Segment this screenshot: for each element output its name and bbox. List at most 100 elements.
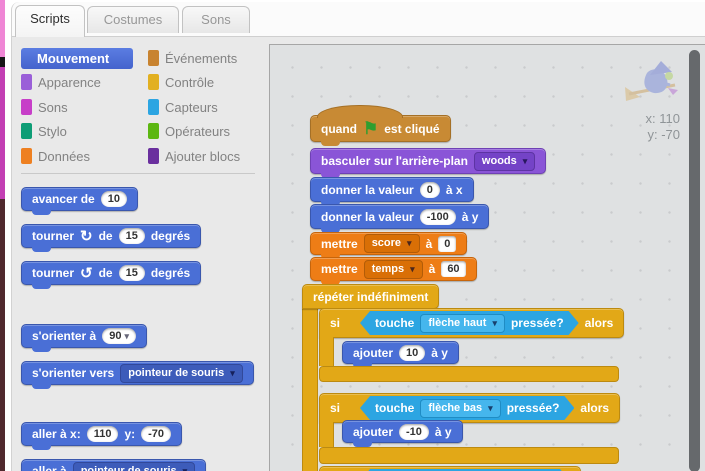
- value-input[interactable]: 0: [438, 236, 456, 252]
- palette-block-orienter-a[interactable]: s'orienter à 90▾: [21, 324, 147, 348]
- script-block-mettre-score[interactable]: mettre score▾ à 0: [310, 232, 467, 255]
- rotate-counterclockwise-icon: ↺: [80, 266, 93, 281]
- block-text: degrés: [151, 266, 190, 280]
- block-text: aller à: [32, 464, 67, 471]
- value-input[interactable]: -100: [420, 209, 456, 225]
- block-text: s'orienter à: [32, 329, 96, 343]
- target-dropdown[interactable]: pointeur de souris▾: [73, 462, 196, 471]
- chevron-down-icon: ▾: [183, 465, 188, 471]
- if-block-foot[interactable]: [319, 447, 619, 464]
- scripts-scrollbar[interactable]: [689, 50, 700, 471]
- category-item-evenements[interactable]: Événements: [148, 49, 268, 68]
- block-text: s'orienter vers: [32, 366, 114, 380]
- block-text: touche: [375, 316, 414, 330]
- dropdown-value: temps: [372, 263, 404, 276]
- stage-sliver-maroon: [0, 199, 5, 471]
- block-text: ajouter: [353, 346, 393, 360]
- script-block-ajouter-10-y[interactable]: ajouter 10 à y: [342, 341, 459, 364]
- category-label: Stylo: [38, 122, 67, 141]
- tab-costumes[interactable]: Costumes: [87, 6, 179, 33]
- category-label: Ajouter blocs: [165, 147, 240, 166]
- category-item-controle[interactable]: Contrôle: [148, 73, 268, 92]
- value-input[interactable]: 15: [119, 265, 145, 281]
- value-input[interactable]: 15: [119, 228, 145, 244]
- block-text: de: [99, 229, 113, 243]
- block-nub: [32, 346, 51, 352]
- block-text: à y: [462, 210, 479, 224]
- palette-block-aller-vers[interactable]: aller à pointeur de souris▾: [21, 459, 206, 471]
- block-text: est cliqué: [384, 122, 439, 136]
- script-block-si-fleche-bas[interactable]: si touche flèche bas▾ pressée? alors: [319, 393, 620, 423]
- block-text: si: [330, 316, 340, 330]
- if-block-arm[interactable]: [319, 337, 334, 366]
- palette-block-avancer[interactable]: avancer de 10: [21, 187, 138, 211]
- category-label: Événements: [165, 49, 237, 68]
- backdrop-dropdown[interactable]: woods▾: [474, 152, 535, 171]
- category-item-stylo[interactable]: Stylo: [21, 122, 141, 141]
- category-item-ajouter-blocs[interactable]: Ajouter blocs: [148, 147, 268, 166]
- script-block-donner-valeur-y[interactable]: donner la valeur -100 à y: [310, 204, 489, 229]
- block-text: y:: [124, 427, 135, 441]
- palette-divider: [21, 173, 255, 174]
- palette-block-tourner-gauche[interactable]: tourner ↺ de 15 degrés: [21, 261, 201, 285]
- value-input[interactable]: 10: [399, 345, 425, 361]
- variable-dropdown[interactable]: score▾: [364, 234, 420, 253]
- category-label: Capteurs: [165, 98, 218, 117]
- category-item-operateurs[interactable]: Opérateurs: [148, 122, 268, 141]
- script-block-mettre-temps[interactable]: mettre temps▾ à 60: [310, 257, 477, 281]
- tab-scripts[interactable]: Scripts: [15, 5, 85, 37]
- sprite-y-readout: y: -70: [646, 127, 680, 143]
- key-dropdown[interactable]: flèche haut▾: [420, 314, 505, 333]
- value-input[interactable]: 0: [420, 182, 440, 198]
- palette-block-orienter-vers[interactable]: s'orienter vers pointeur de souris▾: [21, 361, 254, 385]
- category-swatch: [21, 123, 32, 139]
- script-block-si-fleche-haut[interactable]: si touche flèche haut▾ pressée? alors: [319, 308, 624, 338]
- block-text: à y: [431, 346, 448, 360]
- block-text: donner la valeur: [321, 210, 414, 224]
- script-block-ajouter-moins10-y[interactable]: ajouter -10 à y: [342, 420, 463, 443]
- dropdown-value: flèche bas: [428, 402, 482, 415]
- block-nub: [321, 140, 340, 146]
- script-block-quand-drapeau-clique[interactable]: quand ⚑ est cliqué: [310, 115, 451, 142]
- value-input[interactable]: 60: [441, 261, 465, 277]
- category-item-capteurs[interactable]: Capteurs: [148, 98, 268, 117]
- category-item-donnees[interactable]: Données: [21, 147, 141, 166]
- palette-block-aller-xy[interactable]: aller à x: 110 y: -70: [21, 422, 182, 446]
- script-block-repeter-indefiniment[interactable]: répéter indéfiniment: [302, 284, 439, 309]
- block-text: à x: [446, 183, 463, 197]
- category-swatch: [148, 99, 159, 115]
- key-dropdown[interactable]: flèche bas▾: [420, 399, 500, 418]
- dropdown-value: pointeur de souris: [128, 367, 224, 380]
- chevron-down-icon: ▾: [523, 155, 528, 168]
- category-item-mouvement[interactable]: Mouvement: [21, 48, 133, 69]
- variable-dropdown[interactable]: temps▾: [364, 260, 423, 279]
- green-flag-icon: ⚑: [363, 120, 378, 137]
- predicate-touche-pressee[interactable]: touche flèche haut▾ pressée?: [360, 311, 579, 335]
- value-input[interactable]: -10: [399, 424, 429, 440]
- category-item-apparence[interactable]: Apparence: [21, 73, 141, 92]
- block-text: à: [426, 237, 433, 251]
- block-text: alors: [580, 401, 609, 415]
- category-label: Apparence: [38, 73, 101, 92]
- script-block-basculer-arriere-plan[interactable]: basculer sur l'arrière-plan woods▾: [310, 148, 546, 174]
- category-label: Données: [38, 147, 90, 166]
- value-input[interactable]: 110: [87, 426, 119, 442]
- target-dropdown[interactable]: pointeur de souris▾: [120, 364, 243, 383]
- script-block-si-partiel[interactable]: si: [319, 466, 581, 471]
- category-item-sons[interactable]: Sons: [21, 98, 141, 117]
- value-input[interactable]: -70: [141, 426, 171, 442]
- scripts-canvas[interactable]: x: 110 y: -70 quand ⚑ est cliqué bascule…: [269, 44, 705, 471]
- if-block-foot[interactable]: [319, 366, 619, 382]
- if-block-arm[interactable]: [319, 422, 334, 447]
- predicate-touche-pressee[interactable]: touche flèche bas▾ pressée?: [360, 396, 574, 420]
- palette-block-tourner-droite[interactable]: tourner ↻ de 15 degrés: [21, 224, 201, 248]
- tab-sons[interactable]: Sons: [182, 6, 250, 33]
- block-text: mettre: [321, 237, 358, 251]
- script-block-donner-valeur-x[interactable]: donner la valeur 0 à x: [310, 177, 474, 202]
- direction-dropdown[interactable]: 90▾: [102, 328, 136, 344]
- stage-sliver-magenta: [0, 67, 5, 199]
- repeat-block-arm[interactable]: [302, 307, 318, 471]
- scripts-editor-panel: Scripts Costumes Sons Mouvement Apparenc…: [11, 2, 705, 471]
- value-input[interactable]: 10: [101, 191, 127, 207]
- block-text: degrés: [151, 229, 190, 243]
